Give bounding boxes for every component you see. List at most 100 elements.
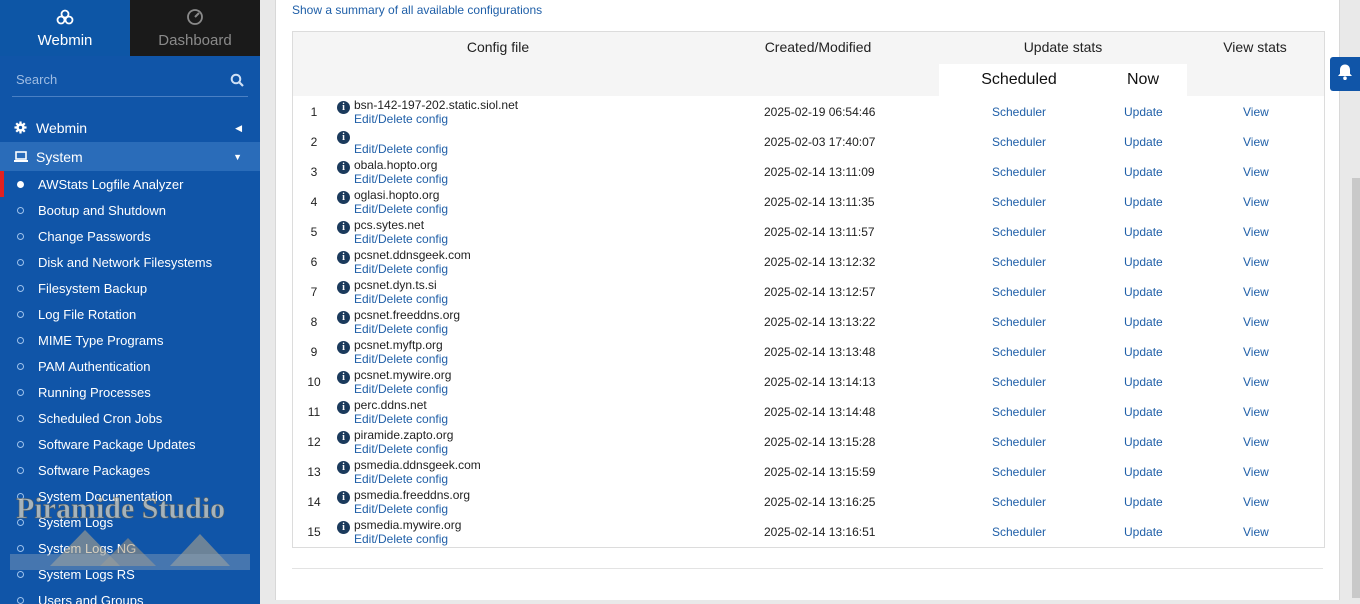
info-icon[interactable]: i bbox=[337, 251, 350, 264]
tab-dashboard[interactable]: Dashboard bbox=[130, 0, 260, 56]
info-icon[interactable]: i bbox=[337, 491, 350, 504]
update-link[interactable]: Update bbox=[1124, 105, 1163, 119]
edit-delete-config-link[interactable]: Edit/Delete config bbox=[354, 442, 448, 456]
edit-delete-config-link[interactable]: Edit/Delete config bbox=[354, 112, 448, 126]
update-link[interactable]: Update bbox=[1124, 255, 1163, 269]
edit-delete-config-link[interactable]: Edit/Delete config bbox=[354, 322, 448, 336]
search-icon[interactable] bbox=[230, 73, 244, 87]
update-link[interactable]: Update bbox=[1124, 345, 1163, 359]
sidebar-item-change-passwords[interactable]: Change Passwords bbox=[0, 223, 260, 249]
summary-link[interactable]: Show a summary of all available configur… bbox=[292, 3, 542, 17]
sidebar-item-log-rotation[interactable]: Log File Rotation bbox=[0, 301, 260, 327]
sidebar-item-running-processes[interactable]: Running Processes bbox=[0, 379, 260, 405]
info-icon[interactable]: i bbox=[337, 191, 350, 204]
scheduler-link[interactable]: Scheduler bbox=[992, 495, 1046, 509]
scheduler-link[interactable]: Scheduler bbox=[992, 315, 1046, 329]
edit-delete-config-link[interactable]: Edit/Delete config bbox=[354, 292, 448, 306]
view-link[interactable]: View bbox=[1243, 345, 1269, 359]
view-link[interactable]: View bbox=[1243, 195, 1269, 209]
sidebar-item-package-updates[interactable]: Software Package Updates bbox=[0, 431, 260, 457]
view-link[interactable]: View bbox=[1243, 405, 1269, 419]
sidebar-item-software-packages[interactable]: Software Packages bbox=[0, 457, 260, 483]
view-link[interactable]: View bbox=[1243, 435, 1269, 449]
tab-webmin[interactable]: Webmin bbox=[0, 0, 130, 56]
sidebar-category-webmin[interactable]: Webmin ◀ bbox=[0, 113, 260, 142]
sidebar-item-disk-network[interactable]: Disk and Network Filesystems bbox=[0, 249, 260, 275]
view-link[interactable]: View bbox=[1243, 135, 1269, 149]
edit-delete-config-link[interactable]: Edit/Delete config bbox=[354, 172, 448, 186]
sidebar-item-awstats[interactable]: AWStats Logfile Analyzer bbox=[0, 171, 260, 197]
update-link[interactable]: Update bbox=[1124, 525, 1163, 539]
view-link[interactable]: View bbox=[1243, 225, 1269, 239]
edit-delete-config-link[interactable]: Edit/Delete config bbox=[354, 262, 448, 276]
scheduler-link[interactable]: Scheduler bbox=[992, 135, 1046, 149]
scheduler-link[interactable]: Scheduler bbox=[992, 165, 1046, 179]
sidebar-item-system-logs-rs[interactable]: System Logs RS bbox=[0, 561, 260, 587]
view-link[interactable]: View bbox=[1243, 285, 1269, 299]
scheduler-link[interactable]: Scheduler bbox=[992, 285, 1046, 299]
view-link[interactable]: View bbox=[1243, 165, 1269, 179]
update-link[interactable]: Update bbox=[1124, 405, 1163, 419]
update-link[interactable]: Update bbox=[1124, 435, 1163, 449]
sidebar-item-filesystem-backup[interactable]: Filesystem Backup bbox=[0, 275, 260, 301]
update-link[interactable]: Update bbox=[1124, 165, 1163, 179]
sidebar-item-pam[interactable]: PAM Authentication bbox=[0, 353, 260, 379]
notification-bell[interactable] bbox=[1330, 57, 1360, 91]
update-link[interactable]: Update bbox=[1124, 495, 1163, 509]
info-icon[interactable]: i bbox=[337, 431, 350, 444]
scheduler-link[interactable]: Scheduler bbox=[992, 105, 1046, 119]
scheduler-link[interactable]: Scheduler bbox=[992, 345, 1046, 359]
edit-delete-config-link[interactable]: Edit/Delete config bbox=[354, 502, 448, 516]
view-link[interactable]: View bbox=[1243, 315, 1269, 329]
sidebar-item-system-logs-ng[interactable]: System Logs NG bbox=[0, 535, 260, 561]
scheduler-link[interactable]: Scheduler bbox=[992, 375, 1046, 389]
edit-delete-config-link[interactable]: Edit/Delete config bbox=[354, 202, 448, 216]
update-link[interactable]: Update bbox=[1124, 315, 1163, 329]
update-link[interactable]: Update bbox=[1124, 195, 1163, 209]
info-icon[interactable]: i bbox=[337, 131, 350, 144]
info-icon[interactable]: i bbox=[337, 401, 350, 414]
info-icon[interactable]: i bbox=[337, 341, 350, 354]
view-link[interactable]: View bbox=[1243, 525, 1269, 539]
edit-delete-config-link[interactable]: Edit/Delete config bbox=[354, 472, 448, 486]
search-input[interactable] bbox=[12, 68, 220, 91]
view-link[interactable]: View bbox=[1243, 465, 1269, 479]
sidebar-item-mime-types[interactable]: MIME Type Programs bbox=[0, 327, 260, 353]
info-icon[interactable]: i bbox=[337, 461, 350, 474]
view-link[interactable]: View bbox=[1243, 495, 1269, 509]
scrollbar[interactable] bbox=[1352, 178, 1360, 598]
scheduler-link[interactable]: Scheduler bbox=[992, 405, 1046, 419]
sidebar-category-system[interactable]: System ▼ bbox=[0, 142, 260, 171]
sidebar-item-system-docs[interactable]: System Documentation bbox=[0, 483, 260, 509]
view-link[interactable]: View bbox=[1243, 375, 1269, 389]
info-icon[interactable]: i bbox=[337, 311, 350, 324]
scheduler-link[interactable]: Scheduler bbox=[992, 525, 1046, 539]
sidebar-item-bootup[interactable]: Bootup and Shutdown bbox=[0, 197, 260, 223]
scheduler-link[interactable]: Scheduler bbox=[992, 465, 1046, 479]
scheduler-link[interactable]: Scheduler bbox=[992, 225, 1046, 239]
edit-delete-config-link[interactable]: Edit/Delete config bbox=[354, 352, 448, 366]
sidebar-item-system-logs[interactable]: System Logs bbox=[0, 509, 260, 535]
update-link[interactable]: Update bbox=[1124, 225, 1163, 239]
info-icon[interactable]: i bbox=[337, 101, 350, 114]
update-link[interactable]: Update bbox=[1124, 135, 1163, 149]
info-icon[interactable]: i bbox=[337, 161, 350, 174]
edit-delete-config-link[interactable]: Edit/Delete config bbox=[354, 532, 448, 546]
update-link[interactable]: Update bbox=[1124, 375, 1163, 389]
view-link[interactable]: View bbox=[1243, 105, 1269, 119]
view-link[interactable]: View bbox=[1243, 255, 1269, 269]
info-icon[interactable]: i bbox=[337, 371, 350, 384]
edit-delete-config-link[interactable]: Edit/Delete config bbox=[354, 382, 448, 396]
scheduler-link[interactable]: Scheduler bbox=[992, 255, 1046, 269]
sidebar-item-users-groups[interactable]: Users and Groups bbox=[0, 587, 260, 604]
sidebar-item-cron-jobs[interactable]: Scheduled Cron Jobs bbox=[0, 405, 260, 431]
scheduler-link[interactable]: Scheduler bbox=[992, 435, 1046, 449]
edit-delete-config-link[interactable]: Edit/Delete config bbox=[354, 142, 448, 156]
update-link[interactable]: Update bbox=[1124, 465, 1163, 479]
update-link[interactable]: Update bbox=[1124, 285, 1163, 299]
info-icon[interactable]: i bbox=[337, 281, 350, 294]
edit-delete-config-link[interactable]: Edit/Delete config bbox=[354, 232, 448, 246]
edit-delete-config-link[interactable]: Edit/Delete config bbox=[354, 412, 448, 426]
info-icon[interactable]: i bbox=[337, 521, 350, 534]
info-icon[interactable]: i bbox=[337, 221, 350, 234]
